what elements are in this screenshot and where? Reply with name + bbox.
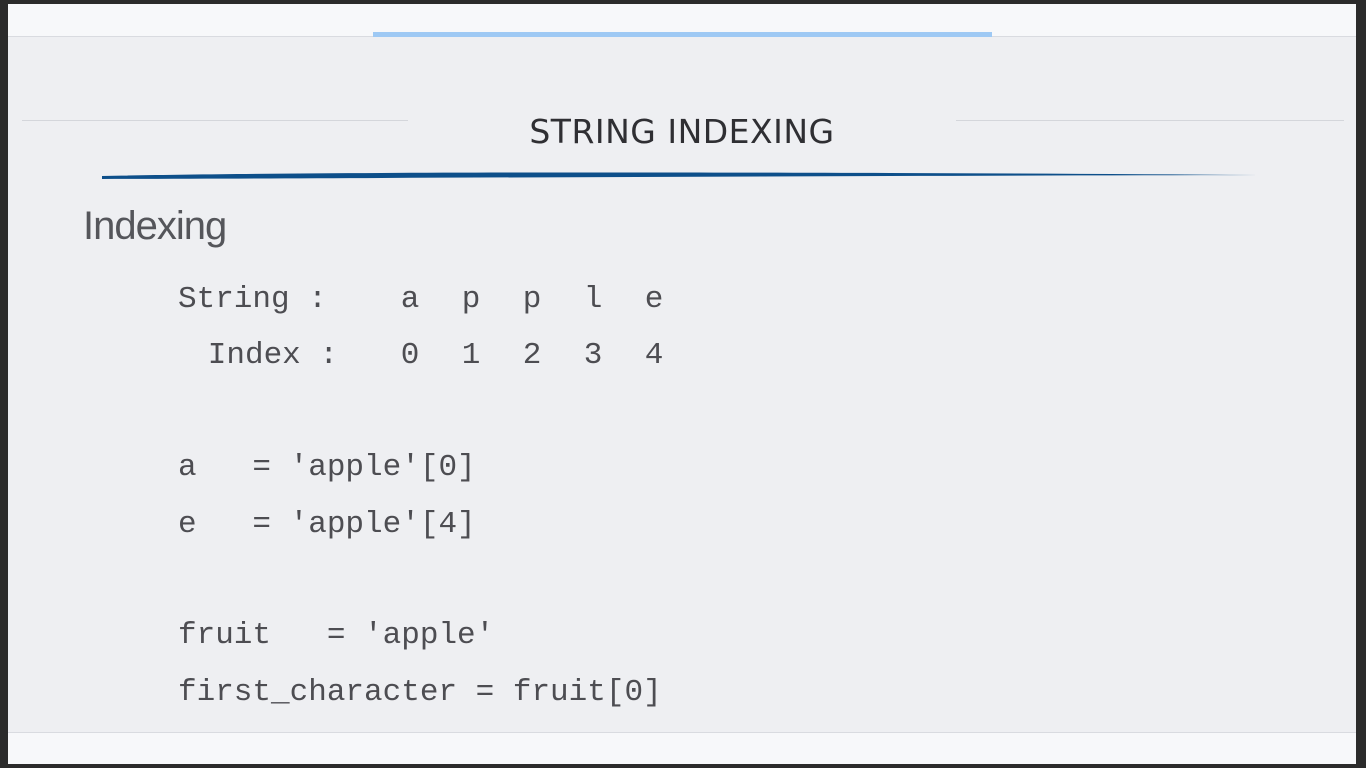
- title-swoosh: [102, 172, 1258, 179]
- slide-title: STRING INDEXING: [529, 112, 835, 151]
- index-number: 1: [461, 338, 481, 373]
- progress-bar: [373, 32, 992, 37]
- top-bar: [8, 4, 1356, 37]
- string-char: e: [644, 282, 664, 317]
- presentation-frame: STRING INDEXING Indexing String : Index …: [8, 4, 1356, 764]
- index-number: 4: [644, 338, 664, 373]
- index-label: Index :: [207, 338, 338, 373]
- code-line: fruit = 'apple': [178, 618, 495, 653]
- index-number: 3: [583, 338, 603, 373]
- title-rule-left: [22, 120, 408, 121]
- progress-fill: [373, 32, 992, 37]
- string-char: l: [583, 282, 603, 317]
- title-rule-right: [956, 120, 1344, 121]
- string-char: p: [522, 282, 542, 317]
- section-heading: Indexing: [83, 204, 227, 248]
- code-line: a = 'apple'[0]: [178, 450, 476, 485]
- index-number: 0: [400, 338, 420, 373]
- code-line: e = 'apple'[4]: [178, 507, 476, 542]
- string-label: String :: [178, 282, 327, 317]
- string-char: p: [461, 282, 481, 317]
- string-char: a: [400, 282, 420, 317]
- code-line: first_character = fruit[0]: [178, 675, 662, 710]
- bottom-bar: [8, 732, 1356, 764]
- index-number: 2: [522, 338, 542, 373]
